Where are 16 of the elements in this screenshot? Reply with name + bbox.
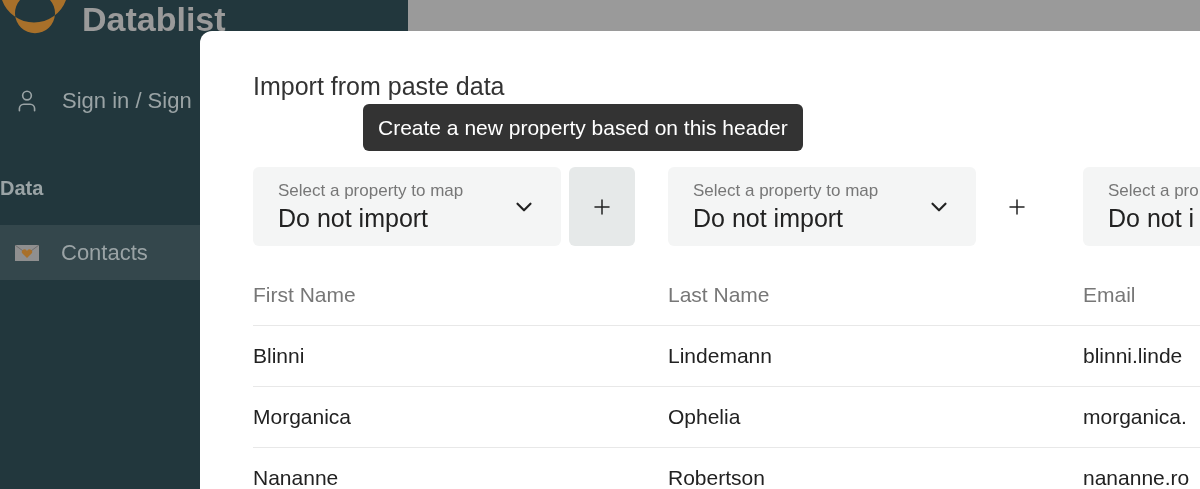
tooltip: Create a new property based on this header <box>363 104 803 151</box>
table-cell-text: Ophelia <box>668 404 742 431</box>
column-header: Email <box>1083 282 1137 308</box>
table-cell-text: Robertson <box>668 465 766 489</box>
table-cell-text: Lindemann <box>668 343 773 370</box>
table-cell-text: Morganica <box>253 404 353 431</box>
column-header: First Name <box>253 282 357 308</box>
table-cell-text: morganica. <box>1083 404 1188 431</box>
section-heading: Data <box>0 176 44 201</box>
dialog-title: Import from paste data <box>253 71 506 101</box>
table-cell-text: blinni.linde <box>1083 343 1184 370</box>
table-cell-text: nananne.ro <box>1083 465 1191 489</box>
column-header: Last Name <box>668 282 771 308</box>
brand-name: Datablist <box>82 2 226 36</box>
table-cell-text: Nananne <box>253 465 340 489</box>
table-cell-text: Blinni <box>253 343 306 370</box>
